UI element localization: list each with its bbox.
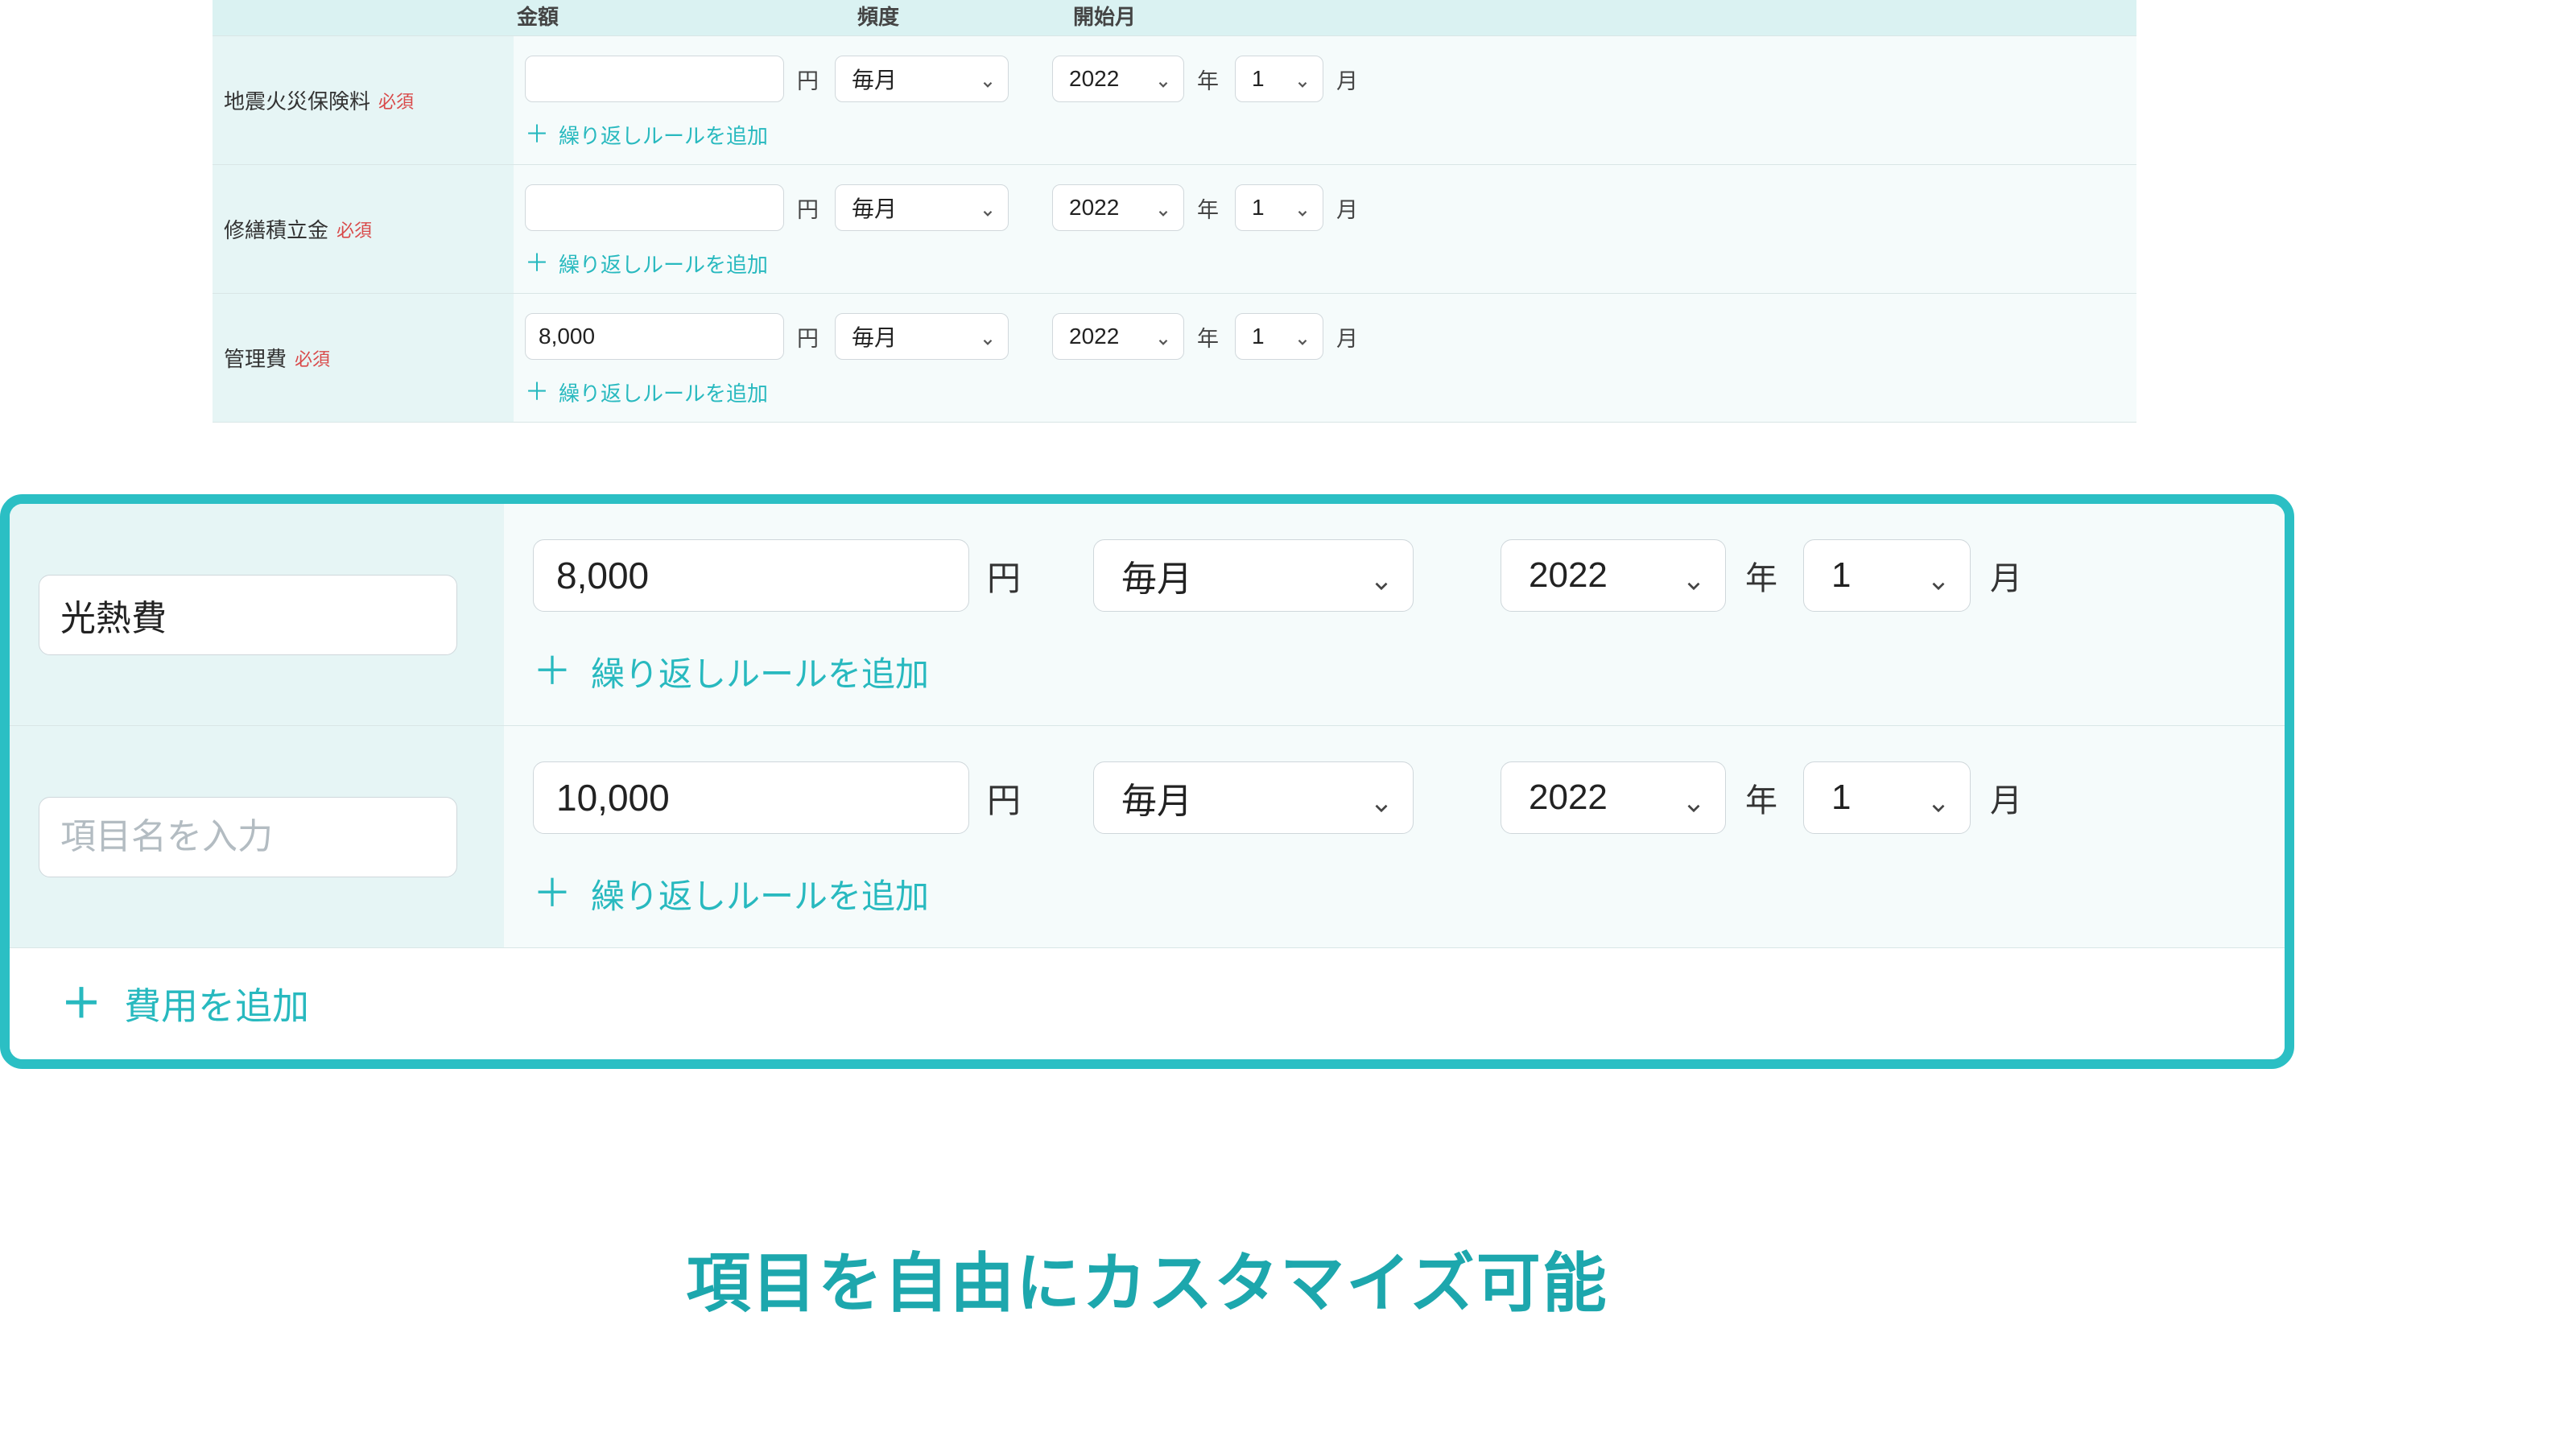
frequency-select[interactable]: 毎月 — [1093, 761, 1414, 834]
table-header-row: 金額 頻度 開始月 — [213, 0, 2136, 35]
chevron-down-icon — [1928, 787, 1949, 808]
amount-input[interactable] — [533, 539, 969, 612]
unit-year: 年 — [1745, 774, 1777, 821]
month-select[interactable]: 1 — [1235, 56, 1323, 102]
unit-month: 月 — [1990, 552, 2022, 599]
year-select[interactable]: 2022 — [1052, 313, 1184, 360]
header-frequency: 頻度 — [857, 1, 1073, 31]
plus-icon: ＋ — [525, 123, 549, 147]
add-rule-button[interactable]: ＋ 繰り返しルールを追加 — [514, 249, 2136, 279]
unit-year: 年 — [1197, 64, 1219, 95]
expense-row: 修繕積立金 必須 円 毎月 2022 年 — [213, 164, 2136, 293]
expense-name-input[interactable] — [39, 575, 457, 655]
year-select[interactable]: 2022 — [1501, 761, 1726, 834]
chevron-down-icon — [980, 329, 995, 344]
unit-yen: 円 — [797, 64, 819, 95]
row-label: 管理費 — [224, 343, 287, 373]
add-rule-button[interactable]: ＋ 繰り返しルールを追加 — [533, 647, 2285, 696]
plus-icon: ＋ — [533, 875, 572, 914]
unit-year: 年 — [1197, 192, 1219, 224]
month-select[interactable]: 1 — [1803, 539, 1971, 612]
chevron-down-icon — [1371, 565, 1392, 586]
frequency-select[interactable]: 毎月 — [1093, 539, 1414, 612]
row-label-cell: 管理費 必須 — [213, 294, 514, 422]
expense-row: 地震火災保険料 必須 円 毎月 2022 年 — [213, 35, 2136, 164]
feature-caption: 項目を自由にカスタマイズ可能 — [0, 1232, 2294, 1325]
amount-input[interactable] — [525, 56, 784, 102]
row-label: 地震火災保険料 — [224, 85, 370, 115]
row-label-cell: 修繕積立金 必須 — [213, 165, 514, 293]
unit-yen: 円 — [797, 321, 819, 353]
month-select[interactable]: 1 — [1235, 313, 1323, 360]
chevron-down-icon — [1156, 329, 1170, 344]
frequency-select[interactable]: 毎月 — [835, 184, 1009, 231]
header-start-month: 開始月 — [1073, 1, 1395, 31]
required-badge: 必須 — [378, 88, 414, 113]
chevron-down-icon — [1295, 329, 1310, 344]
frequency-select[interactable]: 毎月 — [835, 313, 1009, 360]
unit-yen: 円 — [797, 192, 819, 224]
unit-month: 月 — [1336, 64, 1358, 95]
add-expense-button[interactable]: ＋ 費用を追加 — [10, 948, 2285, 1059]
expense-name-input[interactable] — [39, 797, 457, 877]
unit-yen: 円 — [987, 551, 1021, 600]
plus-icon: ＋ — [525, 252, 549, 276]
year-select[interactable]: 2022 — [1052, 56, 1184, 102]
chevron-down-icon — [1683, 787, 1704, 808]
unit-year: 年 — [1197, 321, 1219, 353]
add-rule-button[interactable]: ＋ 繰り返しルールを追加 — [514, 120, 2136, 150]
unit-month: 月 — [1336, 192, 1358, 224]
plus-icon: ＋ — [525, 381, 549, 405]
required-badge: 必須 — [295, 345, 330, 371]
year-select[interactable]: 2022 — [1501, 539, 1726, 612]
month-select[interactable]: 1 — [1803, 761, 1971, 834]
unit-month: 月 — [1336, 321, 1358, 353]
expense-row: 管理費 必須 円 毎月 2022 年 1 — [213, 293, 2136, 423]
chevron-down-icon — [1371, 787, 1392, 808]
add-rule-button[interactable]: ＋ 繰り返しルールを追加 — [514, 378, 2136, 407]
chevron-down-icon — [1295, 72, 1310, 86]
unit-yen: 円 — [987, 774, 1021, 823]
plus-icon: ＋ — [61, 984, 101, 1024]
month-select[interactable]: 1 — [1235, 184, 1323, 231]
custom-expense-row: 円 毎月 2022 年 1 月 — [10, 504, 2285, 726]
row-label-cell: 地震火災保険料 必須 — [213, 36, 514, 164]
custom-expense-panel: 円 毎月 2022 年 1 月 — [0, 494, 2294, 1069]
chevron-down-icon — [1295, 200, 1310, 215]
amount-input[interactable] — [533, 761, 969, 834]
header-amount: 金額 — [514, 1, 857, 31]
unit-month: 月 — [1990, 774, 2022, 821]
add-rule-button[interactable]: ＋ 繰り返しルールを追加 — [533, 869, 2285, 918]
row-label: 修繕積立金 — [224, 214, 328, 244]
plus-icon: ＋ — [533, 653, 572, 691]
required-badge: 必須 — [336, 217, 372, 242]
chevron-down-icon — [1928, 565, 1949, 586]
amount-input[interactable] — [525, 313, 784, 360]
chevron-down-icon — [980, 72, 995, 86]
chevron-down-icon — [1156, 72, 1170, 86]
chevron-down-icon — [980, 200, 995, 215]
year-select[interactable]: 2022 — [1052, 184, 1184, 231]
chevron-down-icon — [1156, 200, 1170, 215]
custom-expense-row: 円 毎月 2022 年 1 月 — [10, 726, 2285, 948]
unit-year: 年 — [1745, 552, 1777, 599]
expense-table: 金額 頻度 開始月 地震火災保険料 必須 円 毎月 2022 — [213, 0, 2136, 423]
amount-input[interactable] — [525, 184, 784, 231]
frequency-select[interactable]: 毎月 — [835, 56, 1009, 102]
chevron-down-icon — [1683, 565, 1704, 586]
